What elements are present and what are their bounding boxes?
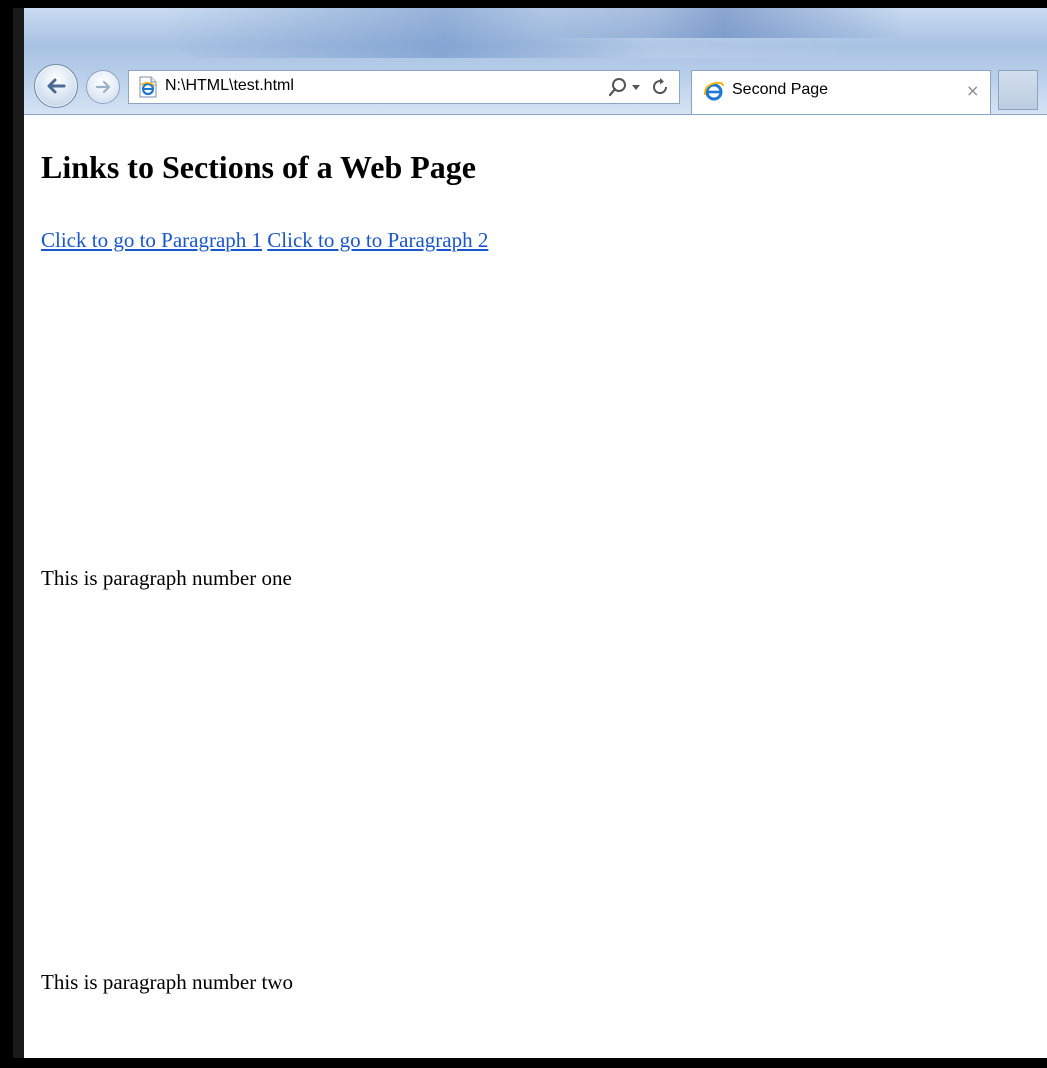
page-title: Links to Sections of a Web Page	[41, 149, 476, 185]
address-url[interactable]: N:\HTML\test.html	[165, 77, 294, 95]
forward-arrow-icon	[95, 80, 111, 94]
tab-second-page[interactable]: Second Page ×	[691, 70, 991, 114]
link-paragraph-1[interactable]: Click to go to Paragraph 1	[41, 228, 262, 252]
section-links: Click to go to Paragraph 1 Click to go t…	[41, 228, 488, 253]
close-icon[interactable]: ×	[966, 81, 979, 101]
browser-toolbar: N:\HTML\test.html Second Page ×	[24, 8, 1047, 115]
back-button[interactable]	[34, 64, 78, 108]
ie-page-icon	[139, 76, 157, 98]
paragraph-two: This is paragraph number two	[41, 970, 293, 994]
ie-logo-icon	[704, 81, 724, 101]
chevron-down-icon[interactable]	[631, 84, 641, 92]
back-arrow-icon	[47, 78, 66, 94]
address-bar[interactable]: N:\HTML\test.html	[128, 70, 680, 104]
window-frame-bottom	[0, 1058, 1047, 1068]
link-paragraph-2[interactable]: Click to go to Paragraph 2	[267, 228, 488, 252]
toolbar-glass-shade	[544, 8, 904, 38]
tab-title: Second Page	[732, 81, 829, 98]
forward-button[interactable]	[86, 70, 120, 104]
window-frame-top	[0, 0, 1047, 8]
new-tab-button[interactable]	[998, 70, 1038, 110]
search-icon[interactable]	[607, 75, 629, 99]
page-content: Links to Sections of a Web Page Click to…	[24, 115, 1047, 1058]
paragraph-one: This is paragraph number one	[41, 566, 292, 590]
refresh-icon[interactable]	[649, 75, 671, 99]
window-frame-left-inner	[13, 8, 24, 1058]
